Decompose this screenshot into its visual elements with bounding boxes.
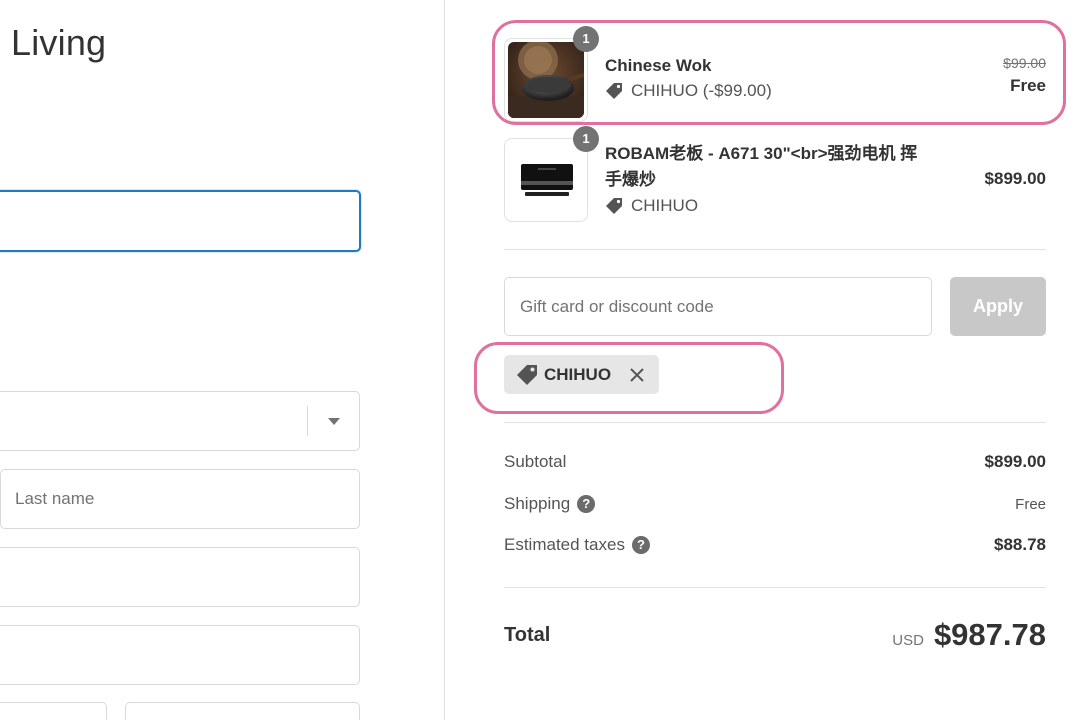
shipping-label-text: Shipping [504,494,571,513]
divider [504,422,1046,423]
line-item: 1 ROBAM老板 - A671 30"<br>强劲电机 挥 手爆炒 CHIHU… [504,126,1046,224]
city-field[interactable] [0,702,107,720]
shipping-row: Shipping ? Free [504,494,1046,520]
info-icon[interactable]: ? [577,495,596,513]
apartment-field[interactable] [0,625,360,685]
subtotal-value: $899.00 [984,452,1046,471]
product-name-line1: ROBAM老板 - A671 30"<br>强劲电机 挥 [605,144,918,163]
country-select[interactable] [0,391,360,451]
product-discount: CHIHUO [605,196,698,216]
total-label: Total [504,624,551,646]
order-summary-panel: 1 Chinese Wok CHIHUO (-$99.00) $99.00 Fr… [446,0,1080,720]
checkout-form-panel: Living Last name [0,0,445,720]
subtotal-label: Subtotal [504,452,566,472]
store-name: Living [11,22,107,63]
product-discount-label: CHIHUO [631,196,699,215]
range-hood-image [508,142,584,218]
state-field[interactable] [125,702,360,720]
discount-code-input[interactable] [505,278,931,335]
email-field[interactable] [0,190,361,252]
subtotal-label-text: Subtotal [504,452,567,471]
product-name-line2: 手爆炒 [605,170,656,189]
currency-code: USD [892,632,924,649]
apply-button[interactable]: Apply [950,277,1046,336]
product-price: $899.00 [984,169,1046,188]
taxes-label-text: Estimated taxes [504,535,625,554]
highlight-box-chip [474,342,784,414]
discount-code-field[interactable] [504,277,932,336]
info-icon[interactable]: ? [631,536,650,554]
total-value: $987.78 [933,617,1046,652]
last-name-field[interactable]: Last name [0,469,360,529]
last-name-placeholder: Last name [15,489,95,508]
chevron-down-icon[interactable] [328,418,340,425]
shipping-value: Free [1015,496,1046,513]
taxes-row: Estimated taxes ? $88.78 [504,535,1046,561]
price-column: $899.00 [985,169,1046,189]
taxes-label: Estimated taxes ? [504,535,650,555]
quantity-badge: 1 [573,126,599,152]
product-thumbnail: 1 [504,126,599,222]
total-amount: USD $987.78 [892,617,1046,653]
subtotal-row: Subtotal $899.00 [504,452,1046,478]
tag-icon [605,198,623,214]
address-field[interactable] [0,547,360,607]
shipping-label: Shipping ? [504,494,596,514]
divider [504,249,1046,250]
highlight-box-item [492,20,1066,125]
select-divider [307,406,308,436]
divider [504,587,1046,588]
taxes-value: $88.78 [994,535,1046,554]
